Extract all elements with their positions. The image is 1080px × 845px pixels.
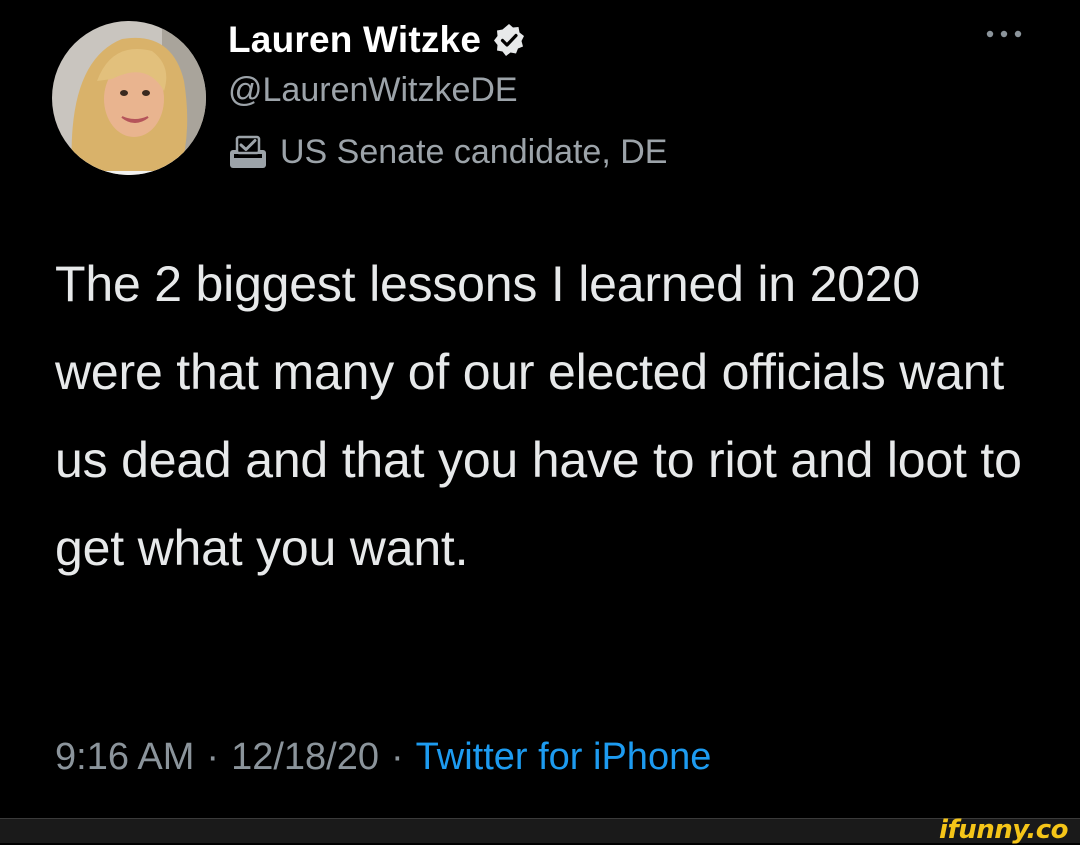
- tweet-date[interactable]: 12/18/20: [231, 736, 379, 779]
- display-name[interactable]: Lauren Witzke: [228, 19, 481, 61]
- avatar-image: [52, 21, 206, 175]
- bio-row: US Senate candidate, DE: [228, 130, 667, 174]
- tweet-time[interactable]: 9:16 AM: [55, 736, 194, 779]
- bio-text: US Senate candidate, DE: [280, 132, 668, 171]
- tweet-source-link[interactable]: Twitter for iPhone: [416, 736, 712, 779]
- more-options-button[interactable]: [982, 24, 1026, 44]
- name-row: Lauren Witzke: [228, 14, 667, 66]
- meta-separator: ·: [206, 736, 220, 778]
- tweet-header: Lauren Witzke @LaurenWitzkeDE US Senate …: [228, 14, 667, 174]
- ifunny-watermark: ifunny.co: [939, 815, 1068, 845]
- more-options-icon: [986, 30, 1022, 38]
- watermark-bar: ifunny.co: [0, 815, 1080, 845]
- tweet-text: The 2 biggest lessons I learned in 2020 …: [55, 256, 1022, 576]
- ballot-box-icon: [228, 134, 268, 170]
- tweet-metadata: 9:16 AM · 12/18/20 · Twitter for iPhone: [55, 736, 711, 779]
- user-handle[interactable]: @LaurenWitzkeDE: [228, 68, 667, 112]
- meta-separator: ·: [391, 736, 404, 778]
- verified-badge-icon: [491, 22, 527, 58]
- avatar[interactable]: [52, 21, 206, 175]
